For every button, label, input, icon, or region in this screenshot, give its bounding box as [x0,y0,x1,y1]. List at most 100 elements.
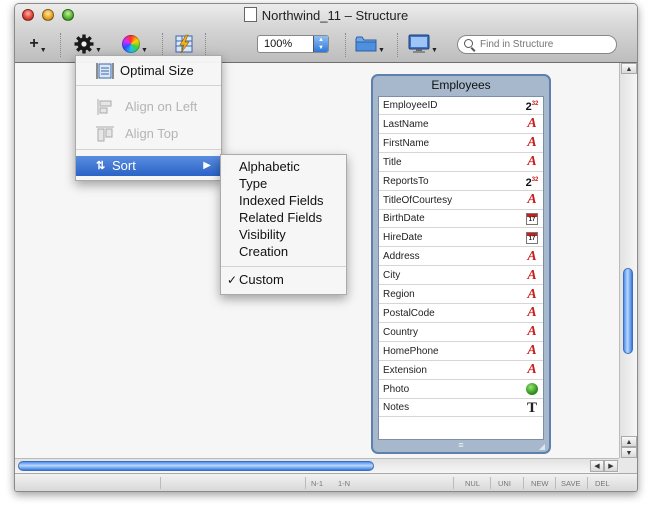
status-1-n[interactable]: 1-N [338,479,350,488]
text-type-icon: A [527,324,537,340]
scroll-up-top-icon[interactable]: ▲ [621,63,637,74]
table-lightning-icon [175,34,193,54]
field-row[interactable]: HireDate 17 [379,229,543,248]
sort-item-custom[interactable]: ✓ Custom [221,270,346,290]
status-bar: N-1 1-N NUL UNI NEW SAVE DEL [15,473,637,491]
sort-arrows-icon: ⇅ [96,160,105,172]
sort-item-creation[interactable]: Creation [221,242,346,262]
menu-separator [76,149,221,150]
text-type-icon: A [527,135,537,151]
add-table-button[interactable]: + ▼ [25,30,51,58]
field-row[interactable]: FirstName A [379,135,543,153]
chevron-down-icon: ▼ [39,46,47,54]
field-name: Title [383,156,402,168]
field-name: BirthDate [383,213,425,225]
integer32-type-icon: 232 [525,176,539,189]
field-name: Extension [383,364,427,376]
status-new[interactable]: NEW [531,479,549,488]
toolbar-separator [397,33,398,57]
search-field[interactable] [457,35,617,54]
horizontal-scrollbar[interactable]: ◀ ▶ [15,458,619,473]
status-divider [305,477,306,489]
field-name: TitleOfCourtesy [383,194,453,206]
zoom-stepper[interactable]: 100% ▲ ▼ [257,35,329,53]
scroll-up-icon[interactable]: ▲ [621,436,637,447]
entity-field-list: EmployeeID 232 LastName A FirstName A Title A Re… [378,96,544,440]
integer32-type-icon: 232 [525,101,539,113]
horizontal-scroll-thumb[interactable] [18,461,374,471]
field-row[interactable]: HomePhone A [379,343,543,361]
text-type-icon: A [527,267,537,283]
sort-submenu: Alphabetic Type Indexed Fields Related F… [220,154,347,295]
field-name: EmployeeID [383,100,438,111]
field-row[interactable]: Country A [379,324,543,342]
calendar-icon: 17 [524,230,540,245]
status-n-1[interactable]: N-1 [311,479,323,488]
menu-item-align-on-left: Align on Left [76,97,221,117]
field-row[interactable]: Title A [379,154,543,172]
field-name: FirstName [383,137,430,149]
resize-grip-icon[interactable]: ◢ [539,443,545,451]
field-name: PostalCode [383,307,435,319]
field-name: HomePhone [383,345,439,357]
status-uni[interactable]: UNI [498,479,511,488]
document-icon [243,7,257,22]
folder-menu-button[interactable]: ▼ [353,30,387,58]
vertical-scrollbar[interactable]: ▲ ▲ ▼ [619,63,637,458]
align-left-icon [97,99,112,115]
field-name: Country [383,326,419,338]
field-row[interactable]: Address A [379,248,543,267]
vertical-scroll-thumb[interactable] [623,268,633,354]
scroll-corner [619,458,637,473]
window-title: Northwind_11 – Structure [15,7,637,23]
scroll-right-icon[interactable]: ▶ [604,460,618,472]
field-row[interactable]: LastName A [379,116,543,134]
text-type-icon: A [527,192,537,207]
text-type-icon: A [527,305,537,321]
field-name: ReportsTo [383,175,429,187]
status-save[interactable]: SAVE [561,479,580,488]
field-row[interactable]: BirthDate 17 [379,210,543,229]
text-type-icon: A [527,286,537,302]
scroll-left-icon[interactable]: ◀ [590,460,604,472]
picture-type-icon [524,382,540,397]
color-menu-button[interactable]: ▼ [117,30,153,58]
field-row[interactable]: EmployeeID 232 [379,97,543,115]
field-name: City [383,270,401,282]
field-row[interactable]: Notes T [379,399,543,418]
field-row[interactable]: TitleOfCourtesy A [379,192,543,210]
status-divider [587,477,588,489]
scroll-down-icon[interactable]: ▼ [621,447,637,458]
field-row[interactable]: Extension A [379,362,543,380]
memo-type-icon: T [526,399,537,416]
text-type-icon: A [527,343,537,359]
status-nul[interactable]: NUL [465,479,480,488]
edit-relationship-button[interactable] [171,30,197,58]
status-del[interactable]: DEL [595,479,610,488]
field-row[interactable]: ReportsTo 232 [379,173,543,191]
entity-resize-handle[interactable]: ≡ ◢ [373,441,549,451]
text-type-icon: A [527,362,537,378]
search-input[interactable] [480,37,612,52]
search-icon [464,39,473,48]
calendar-icon: 17 [524,211,540,226]
toolbar-separator [162,33,163,57]
field-name: Address [383,251,420,263]
zoom-stepper-arrows-icon[interactable]: ▲ ▼ [313,36,328,52]
field-row[interactable]: City A [379,267,543,286]
entity-employees[interactable]: Employees EmployeeID 232 LastName A FirstNam… [371,74,551,454]
display-menu-button[interactable]: ▼ [405,30,441,58]
menu-item-optimal-size[interactable]: Optimal Size [76,61,221,81]
menu-separator [76,85,221,86]
field-row[interactable]: PostalCode A [379,305,543,323]
status-divider [555,477,556,489]
field-name: LastName [383,118,429,130]
action-menu-button[interactable]: ▼ [71,30,105,58]
menu-item-sort[interactable]: ⇅ Sort ▶ [76,156,221,176]
chevron-down-icon: ▼ [141,46,148,54]
field-row[interactable]: Photo [379,381,543,399]
chevron-down-icon: ▼ [95,46,102,54]
field-row[interactable]: Region A [379,286,543,304]
action-menu: Optimal Size Align on Left Align Top ⇅ S… [75,55,222,181]
text-type-icon: A [527,116,537,132]
